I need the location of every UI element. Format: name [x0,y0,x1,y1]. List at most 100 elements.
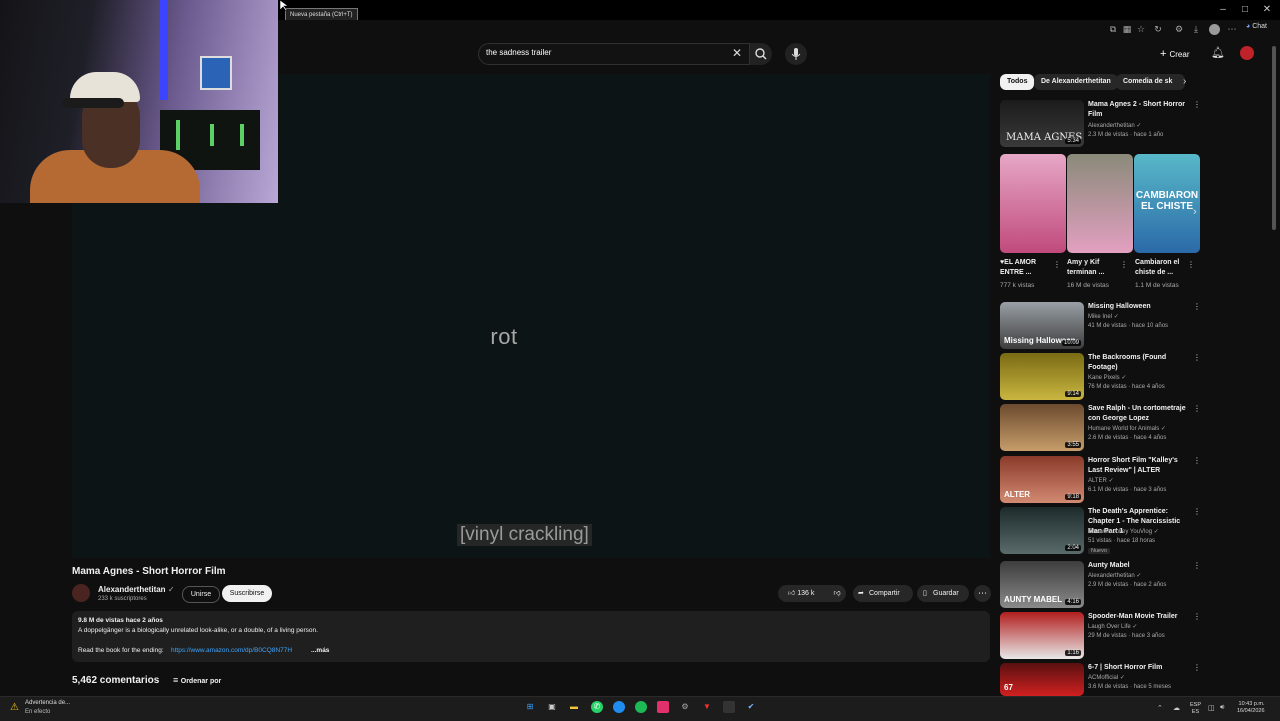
search-input[interactable]: the sadness trailer [486,48,551,57]
more-vertical-icon[interactable]: ⋮ [1193,456,1201,465]
scrollbar-thumb[interactable] [1272,46,1276,230]
recommendation-channel[interactable]: ACMofficial ✓ [1088,674,1125,681]
more-vertical-icon[interactable]: ⋮ [1193,663,1201,672]
download-icon[interactable]: ⤓ [1191,24,1201,34]
puzzle-icon[interactable]: ⚙ [1174,24,1184,34]
video-thumbnail[interactable]: ALTER 9:18 [1000,456,1084,503]
minimize-button[interactable]: – [1216,3,1230,17]
show-more-link[interactable]: ...más [311,647,329,654]
video-thumbnail[interactable]: 1:16 [1000,612,1084,659]
recommendation-title[interactable]: Spooder-Man Movie Trailer [1088,612,1188,622]
file-explorer-icon[interactable]: ▬ [568,701,580,713]
valorant-icon[interactable]: ▼ [701,701,713,713]
more-vertical-icon[interactable]: ⋮ [1120,260,1128,269]
description-link[interactable]: https://www.amazon.com/dp/B0CQ8N77H [171,647,292,654]
recommendation-title[interactable]: Aunty Mabel [1088,561,1188,571]
short-title[interactable]: ♥EL AMOR ENTRE ... [1000,258,1052,278]
description-box[interactable] [72,611,990,662]
warning-title[interactable]: Advertencia de... [25,700,70,706]
more-vertical-icon[interactable]: ⋮ [1193,561,1201,570]
create-button[interactable]: + Crear [1160,45,1190,63]
whatsapp-icon[interactable]: ✆ [591,701,603,713]
video-thumbnail[interactable]: Missing Halloween 10:09 [1000,302,1084,349]
dislike-button[interactable]: 👎︎ [828,585,846,602]
recommendation-channel[interactable]: Alexanderthetitan ✓ [1088,122,1141,129]
short-title[interactable]: Cambiaron el chiste de ... [1135,258,1187,278]
chevron-up-icon[interactable]: ⌃ [1157,704,1163,712]
chip-all[interactable]: Todos [1000,74,1035,90]
steam-icon[interactable]: ✔ [745,701,757,713]
chevron-right-icon[interactable]: › [1193,206,1197,218]
windows-start-icon[interactable]: ⊞ [524,701,536,713]
channel-name[interactable]: Alexanderthetitan ✓ [98,585,175,594]
short-thumbnail[interactable]: CAMBIARON EL CHISTE [1134,154,1200,253]
recommendation-title[interactable]: The Backrooms (Found Footage) [1088,353,1188,373]
short-thumbnail[interactable] [1067,154,1133,253]
tiktok-icon[interactable] [657,701,669,713]
browser-icon[interactable] [613,701,625,713]
more-vertical-icon[interactable]: ⋮ [1193,404,1201,413]
recommendation-title[interactable]: Horror Short Film "Kalley's Last Review"… [1088,456,1188,476]
video-thumbnail[interactable]: MAMA AGNES 5:34 [1000,100,1084,147]
video-thumbnail[interactable]: AUNTY MABEL 4:16 [1000,561,1084,608]
recommendation-channel[interactable]: ALTER ✓ [1088,477,1114,484]
voice-search-button[interactable] [785,43,807,65]
bookmark-star-icon[interactable]: ☆ [1136,24,1146,34]
more-vertical-icon[interactable]: ⋮ [1187,260,1195,269]
recommendation-channel[interactable]: Mike Inel ✓ [1088,313,1119,320]
recommendation-title[interactable]: Save Ralph - Un cortometraje con George … [1088,404,1188,424]
recommendation-channel[interactable]: Laugh Over Life ✓ [1088,623,1137,630]
video-thumbnail[interactable]: 67 [1000,663,1084,696]
recommendation-title[interactable]: Missing Halloween [1088,302,1188,312]
chip-comedy[interactable]: Comedia de sk [1116,74,1185,90]
more-vertical-icon[interactable]: ⋮ [1193,302,1201,311]
subscribe-button[interactable]: Suscribirse [222,585,272,602]
account-avatar[interactable] [1240,46,1254,60]
search-button[interactable] [750,43,772,65]
refresh-icon[interactable]: ↻ [1153,24,1163,34]
settings-icon[interactable]: ⚙ [679,701,691,713]
short-title[interactable]: Amy y Kif terminan ... [1067,258,1119,278]
video-thumbnail[interactable]: 2:04 [1000,507,1084,554]
recommendation-channel[interactable]: Alexanderthetitan ✓ [1088,572,1141,579]
recommendation-title[interactable]: Mama Agnes 2 - Short Horror Film [1088,100,1188,120]
network-icon[interactable]: ◫ [1208,704,1215,712]
translate-icon[interactable]: ⧉ [1108,24,1118,34]
more-vertical-icon[interactable]: ⋮ [1193,507,1201,516]
join-button[interactable]: Unirse [182,586,220,603]
system-clock[interactable]: 10:43 p.m. 16/04/2026 [1237,701,1265,715]
menu-dots-icon[interactable]: ⋯ [1227,24,1237,34]
recommendation-title[interactable]: 6-7 | Short Horror Film [1088,663,1188,673]
video-thumbnail[interactable]: 3:55 [1000,404,1084,451]
cloud-icon[interactable]: ☁ [1173,704,1180,712]
profile-avatar[interactable] [1209,24,1220,35]
recommendation-channel[interactable]: Theowlmonkey YouVlog ✓ [1088,528,1159,535]
task-view-icon[interactable]: ▣ [546,701,558,713]
recommendation-channel[interactable]: Kane Pixels ✓ [1088,374,1126,381]
video-thumbnail[interactable]: 9:14 [1000,353,1084,400]
close-window-button[interactable]: ✕ [1260,3,1274,17]
chevron-right-icon[interactable]: › [1183,76,1186,87]
clear-search-icon[interactable]: ✕ [732,46,742,60]
maximize-button[interactable]: □ [1238,3,1252,17]
channel-avatar[interactable] [72,584,90,602]
more-vertical-icon[interactable]: ⋮ [1193,353,1201,362]
warning-icon[interactable]: ⚠ [10,702,19,713]
more-vertical-icon[interactable]: ⋮ [1193,100,1201,109]
notifications-bell-icon[interactable]: 🔔︎ [1211,46,1225,59]
volume-icon[interactable]: 🔊︎ [1220,704,1224,712]
language-indicator[interactable]: ESP ES [1190,702,1201,716]
save-button[interactable]: ▯ Guardar [917,585,969,602]
short-thumbnail[interactable] [1000,154,1066,253]
chat-button[interactable]: ◕ Chat [1246,23,1267,30]
more-vertical-icon[interactable]: ⋮ [1053,260,1061,269]
recommendation-channel[interactable]: Humane World for Animals ✓ [1088,425,1166,432]
share-button[interactable]: ➦ Compartir [853,585,913,602]
like-button[interactable]: 👍︎ 136 k [778,585,828,602]
more-vertical-icon[interactable]: ⋮ [1193,612,1201,621]
sort-comments-button[interactable]: ≡ Ordenar por [173,675,221,685]
spotify-icon[interactable] [635,701,647,713]
terminal-icon[interactable] [723,701,735,713]
chip-from-channel[interactable]: De Alexanderthetitan [1034,74,1118,90]
extension-icon[interactable]: ▦ [1122,24,1132,34]
